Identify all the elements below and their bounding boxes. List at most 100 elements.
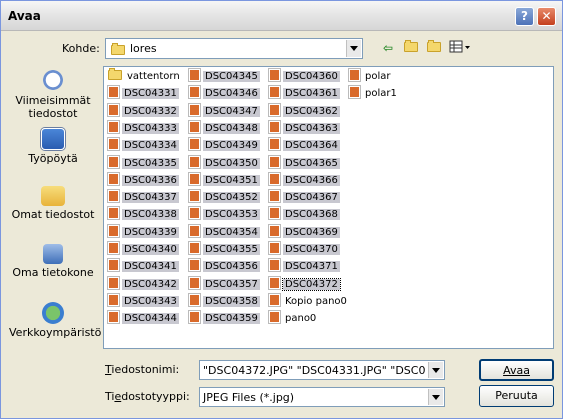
chevron-down-icon[interactable] [428,389,443,405]
file-item[interactable]: DSC04347 [187,103,260,120]
new-folder-icon[interactable] [425,40,443,56]
file-name: DSC04358 [203,295,260,307]
file-item[interactable]: DSC04346 [187,86,260,102]
image-file-icon [189,311,200,324]
file-name: DSC04333 [122,122,179,134]
chevron-down-icon[interactable] [346,40,361,57]
image-file-icon [269,207,280,220]
file-item[interactable]: DSC04333 [106,120,179,137]
place-desktop[interactable]: Työpöytä [9,128,97,165]
file-item[interactable]: DSC04350 [187,155,260,172]
file-item[interactable]: polar1 [347,86,399,102]
file-item[interactable]: DSC04359 [187,311,260,327]
place-network[interactable]: Verkkoympäristö [9,302,101,339]
file-item[interactable]: DSC04334 [106,138,179,154]
file-item[interactable]: DSC04369 [267,224,340,241]
file-name: DSC04351 [203,174,260,186]
file-item[interactable]: DSC04351 [187,172,260,189]
file-name: DSC04336 [122,174,179,186]
file-item[interactable]: DSC04361 [267,86,340,102]
file-name: DSC04338 [122,209,179,221]
file-item[interactable]: DSC04349 [187,138,260,154]
file-item[interactable]: DSC04362 [267,103,340,120]
close-button[interactable]: ✕ [537,7,556,26]
file-name: DSC04361 [283,88,340,100]
filename-label-text: iedostonimi: [111,363,180,376]
file-name: DSC04355 [203,244,260,255]
file-name: vattentorn [127,71,180,82]
file-item[interactable]: DSC04370 [267,242,340,258]
place-mycomputer[interactable]: Oma tietokone [9,244,97,279]
folder-item[interactable]: vattentorn [106,68,182,85]
image-file-icon [189,155,200,168]
file-item[interactable]: DSC04341 [106,259,179,275]
image-file-icon [189,138,200,151]
file-item[interactable]: DSC04331 [106,86,179,102]
views-menu-icon[interactable] [449,40,470,56]
file-item[interactable]: DSC04343 [106,293,179,310]
file-name: DSC04344 [122,313,179,325]
file-item[interactable]: DSC04365 [267,155,340,172]
file-item[interactable]: DSC04332 [106,103,179,120]
file-item[interactable]: polar [347,69,392,85]
image-file-icon [269,224,280,237]
file-item[interactable]: DSC04371 [267,259,340,275]
file-item[interactable]: DSC04364 [267,138,340,154]
file-item[interactable]: DSC04352 [187,190,260,206]
file-name: DSC04346 [203,88,260,100]
file-item[interactable]: DSC04356 [187,259,260,275]
file-name: DSC04362 [283,105,340,117]
filename-input[interactable]: "DSC04372.JPG" "DSC04331.JPG" "DSC043 [203,364,425,377]
image-file-icon [269,172,280,185]
open-button-label: Avaa [503,364,530,377]
image-file-icon [269,138,280,151]
place-recent[interactable]: Viimeisimmät tiedostot [9,68,97,120]
image-file-icon [269,103,280,116]
file-item[interactable]: DSC04335 [106,155,179,172]
file-item[interactable]: DSC04368 [267,207,340,223]
file-item[interactable]: DSC04366 [267,172,340,189]
lookin-combo[interactable]: lores [105,38,363,59]
image-file-icon [189,172,200,185]
image-file-icon [108,138,119,151]
file-item[interactable]: DSC04355 [187,242,260,258]
filetype-label: Tiedostotyyppi: [105,390,190,403]
image-file-icon [108,276,119,289]
file-item[interactable]: DSC04338 [106,207,179,223]
file-item[interactable]: DSC04337 [106,190,179,206]
file-name: DSC04368 [283,209,340,221]
file-item[interactable]: DSC04340 [106,242,179,258]
file-item[interactable]: DSC04353 [187,207,260,223]
file-item[interactable]: DSC04372 [267,276,341,293]
place-mydocs[interactable]: Omat tiedostot [9,186,97,221]
back-icon[interactable]: ⇦ [379,40,397,56]
file-item[interactable]: DSC04342 [106,276,179,293]
help-button[interactable]: ? [515,7,534,26]
file-item[interactable]: DSC04367 [267,190,340,206]
file-item[interactable]: DSC04344 [106,311,179,327]
folder-up-icon[interactable] [402,40,420,56]
file-name: DSC04354 [203,226,260,238]
filename-combo[interactable]: "DSC04372.JPG" "DSC04331.JPG" "DSC043 [199,360,445,380]
file-item[interactable]: DSC04345 [187,69,260,85]
file-item[interactable]: DSC04336 [106,172,179,189]
filetype-combo[interactable]: JPEG Files (*.jpg) [199,387,445,407]
file-item[interactable]: DSC04363 [267,120,340,137]
file-item[interactable]: DSC04360 [267,69,340,85]
file-item[interactable]: DSC04354 [187,224,260,241]
title-bar[interactable]: Avaa ? ✕ [1,1,562,31]
file-name: DSC04363 [283,122,340,134]
file-item[interactable]: Kopio pano0 [267,293,349,310]
image-file-icon [108,224,119,237]
file-name: DSC04331 [122,88,179,100]
file-item[interactable]: DSC04348 [187,120,260,137]
file-list[interactable]: vattentorn DSC04331 DSC04332 DSC04333 DSC043… [103,66,554,349]
cancel-button[interactable]: Peruuta [479,385,554,407]
chevron-down-icon[interactable] [428,362,443,378]
file-item[interactable]: DSC04358 [187,293,260,310]
file-item[interactable]: DSC04339 [106,224,179,241]
file-name: DSC04339 [122,226,179,238]
file-item[interactable]: pano0 [267,311,318,327]
file-item[interactable]: DSC04357 [187,276,260,293]
open-button[interactable]: Avaa [479,359,554,381]
